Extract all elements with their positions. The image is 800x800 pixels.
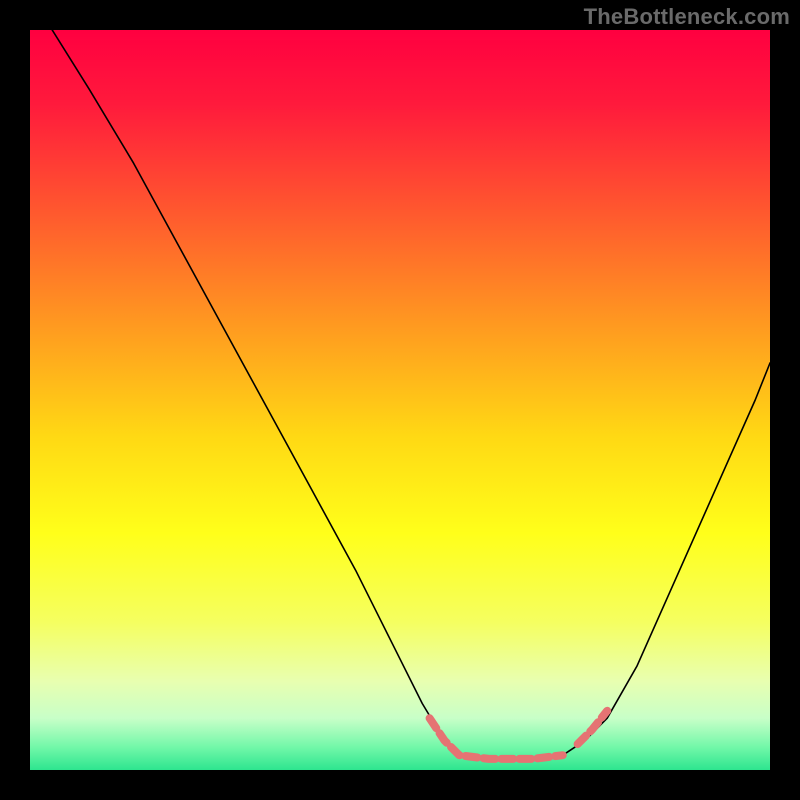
bottleneck-chart <box>30 30 770 770</box>
chart-stage: TheBottleneck.com <box>0 0 800 800</box>
watermark-text: TheBottleneck.com <box>584 4 790 30</box>
